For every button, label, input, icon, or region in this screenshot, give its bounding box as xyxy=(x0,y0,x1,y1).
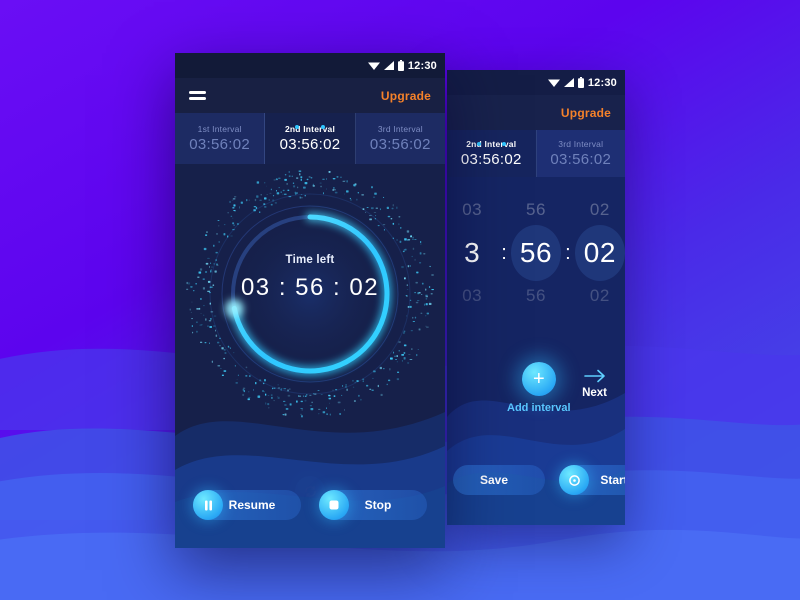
back-next-button[interactable]: Next xyxy=(582,369,607,399)
start-button[interactable]: Start xyxy=(559,465,625,495)
back-interval-tabs: 2nd Interval 03:56:02 3rd Interval 03:56… xyxy=(447,130,625,177)
back-interval-time: 03:56:02 xyxy=(550,151,612,168)
back-status-bar: 12:30 xyxy=(447,70,625,95)
back-interval-label: 3rd Interval xyxy=(558,139,604,149)
next-label: Next xyxy=(394,525,420,537)
picker-seconds-above: 02 xyxy=(589,200,610,219)
start-label: Start xyxy=(600,473,625,487)
previous-label: Previous xyxy=(200,525,249,537)
interval-tabs: 1st Interval 03:56:02 2nd Interval 03:56… xyxy=(175,113,445,164)
stop-label: Stop xyxy=(364,498,392,512)
add-interval-label: Add interval xyxy=(507,402,571,414)
resume-label: Resume xyxy=(228,498,276,512)
resume-button[interactable]: Resume xyxy=(193,490,301,520)
time-picker[interactable]: 03 : 56 : 02 3 : 56 : 02 03 : 56 : 02 xyxy=(447,195,625,355)
picker-hours-selected[interactable]: 3 xyxy=(447,225,497,281)
active-dot-right-icon xyxy=(320,125,325,129)
wifi-icon xyxy=(547,79,560,87)
plus-icon: + xyxy=(521,362,556,396)
picker-minutes-above: 56 xyxy=(526,200,546,219)
interval-label: 3rd Interval xyxy=(377,124,423,134)
back-next-label: Next xyxy=(582,387,607,399)
interval-label: 1st Interval xyxy=(197,124,242,134)
back-status-time: 12:30 xyxy=(587,76,617,89)
save-button[interactable]: Save xyxy=(453,465,545,495)
secondary-phone-screen: 12:30 Upgrade 2nd Interval 03:56:02 3rd … xyxy=(447,70,625,525)
battery-icon xyxy=(577,77,584,88)
action-buttons: Resume Stop xyxy=(175,490,445,520)
primary-phone-screen: 12:30 Upgrade 1st Interval 03:56:02 2nd … xyxy=(175,53,445,548)
status-bar: 12:30 xyxy=(175,53,445,78)
active-dot-right-icon xyxy=(501,142,506,146)
back-interval-tab-2nd[interactable]: 2nd Interval 03:56:02 xyxy=(447,130,537,177)
picker-separator-1: : xyxy=(501,241,507,264)
interval-tab-2nd[interactable]: 2nd Interval 03:56:02 xyxy=(265,113,356,164)
back-app-bar: Upgrade xyxy=(447,95,625,130)
interval-time: 03:56:02 xyxy=(369,136,431,153)
time-left-caption: Time left xyxy=(285,254,335,266)
app-bar: Upgrade xyxy=(175,78,445,113)
back-app-body: 03 : 56 : 02 3 : 56 : 02 03 : 56 : 02 xyxy=(447,177,625,525)
timer-center-text: Time left 03 : 56 : 02 xyxy=(175,254,445,302)
timer-ring: Time left 03 : 56 : 02 xyxy=(175,164,445,424)
stop-button[interactable]: Stop xyxy=(319,490,427,520)
status-bar-time: 12:30 xyxy=(407,59,437,72)
interval-tab-1st[interactable]: 1st Interval 03:56:02 xyxy=(175,113,266,164)
picker-hours-below: 03 xyxy=(462,286,483,305)
active-dot-left-icon xyxy=(477,142,481,146)
signal-icon xyxy=(563,78,574,87)
stop-icon xyxy=(319,490,349,520)
time-left-value: 03 : 56 : 02 xyxy=(240,274,380,301)
pause-icon xyxy=(193,490,223,520)
back-interval-label: 2nd Interval xyxy=(466,139,517,149)
wifi-icon xyxy=(367,62,380,70)
interval-time: 03:56:02 xyxy=(189,136,251,153)
picker-minutes-selected[interactable]: 56 xyxy=(510,225,562,281)
picker-seconds-selected[interactable]: 02 xyxy=(574,225,625,281)
hamburger-menu-icon[interactable] xyxy=(189,91,206,100)
app-body: Time left 03 : 56 : 02 Previous Next Res… xyxy=(175,164,445,548)
battery-icon xyxy=(397,60,404,71)
record-icon xyxy=(559,465,589,495)
picker-separator-2: : xyxy=(565,241,571,264)
back-interval-tab-3rd[interactable]: 3rd Interval 03:56:02 xyxy=(537,130,626,177)
picker-row-below: 03 : 56 : 02 xyxy=(447,281,625,311)
back-upgrade-link[interactable]: Upgrade xyxy=(561,106,611,120)
picker-seconds-below: 02 xyxy=(589,286,610,305)
signal-icon xyxy=(383,61,394,70)
picker-row-selected[interactable]: 3 : 56 : 02 xyxy=(447,225,625,281)
picker-row-above: 03 : 56 : 02 xyxy=(447,195,625,225)
upgrade-link[interactable]: Upgrade xyxy=(381,89,431,103)
save-label: Save xyxy=(479,473,509,487)
back-action-buttons: Save Start xyxy=(447,465,625,495)
interval-tab-3rd[interactable]: 3rd Interval 03:56:02 xyxy=(356,113,445,164)
back-interval-time: 03:56:02 xyxy=(460,151,522,168)
picker-minutes-below: 56 xyxy=(526,286,546,305)
interval-time: 03:56:02 xyxy=(279,136,341,153)
picker-hours-above: 03 xyxy=(462,200,483,219)
interval-label: 2nd Interval xyxy=(284,124,336,134)
arrow-right-icon xyxy=(583,369,605,383)
add-interval-button[interactable]: + Add interval xyxy=(507,362,571,414)
